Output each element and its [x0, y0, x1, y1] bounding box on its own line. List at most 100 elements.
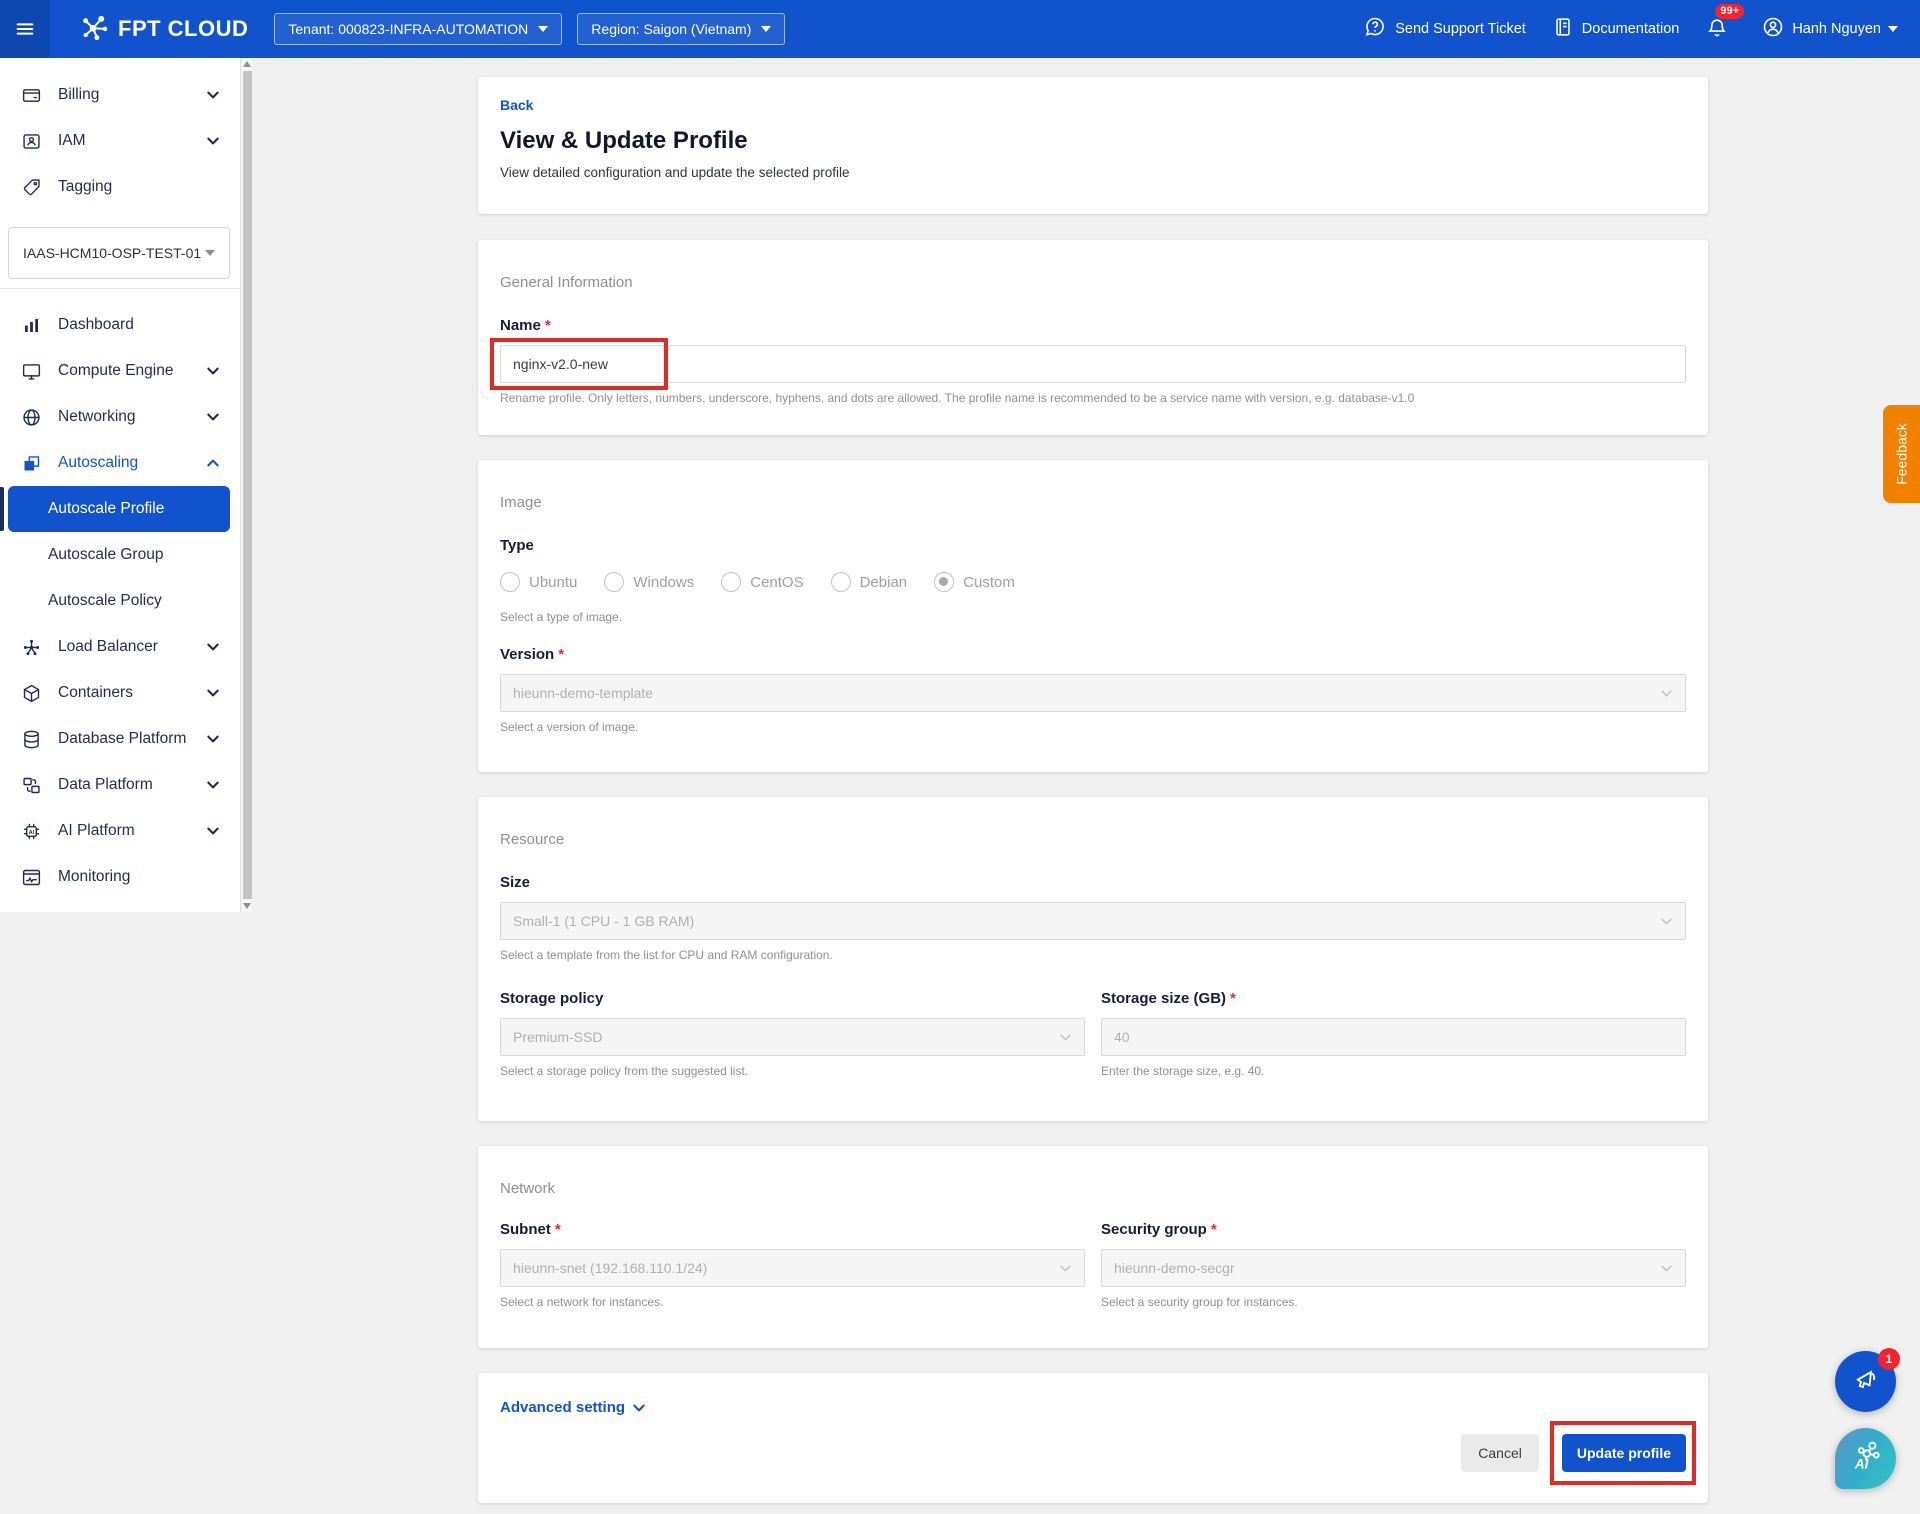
scrollbar-thumb[interactable]	[243, 71, 252, 899]
scrollbar-up-arrow[interactable]	[243, 58, 252, 71]
chevron-down-icon	[206, 778, 220, 792]
required-marker: *	[1230, 990, 1236, 1007]
sidebar-item-load-balancer[interactable]: Load Balancer	[0, 624, 240, 670]
required-marker: *	[558, 646, 564, 663]
hamburger-menu-icon[interactable]	[0, 0, 50, 58]
sidebar-item-tagging[interactable]: Tagging	[0, 164, 240, 210]
tenant-selector[interactable]: Tenant: 000823-INFRA-AUTOMATION	[274, 13, 562, 45]
storage-policy-value: Premium-SSD	[513, 1029, 602, 1045]
update-profile-button[interactable]: Update profile	[1562, 1434, 1686, 1472]
announcements-button[interactable]: 1	[1835, 1351, 1896, 1412]
version-select: hieunn-demo-template	[500, 674, 1686, 712]
radio-label: Windows	[633, 574, 694, 591]
sidebar-item-label: Compute Engine	[58, 362, 173, 380]
size-label: Size	[500, 874, 1686, 891]
chevron-down-icon	[1059, 1031, 1072, 1044]
sidebar-item-containers[interactable]: Containers	[0, 670, 240, 716]
sidebar-item-label: Data Platform	[58, 776, 153, 794]
fpt-cloud-logo[interactable]: FPT CLOUD	[80, 12, 248, 47]
user-menu[interactable]: Hanh Nguyen	[1761, 15, 1898, 43]
radio-label: Debian	[860, 574, 908, 591]
region-selector[interactable]: Region: Saigon (Vietnam)	[577, 13, 785, 45]
sidebar-item-ai-platform[interactable]: AI AI Platform	[0, 808, 240, 854]
chevron-up-icon	[206, 456, 220, 470]
sidebar-subitem-autoscale-policy[interactable]: Autoscale Policy	[8, 578, 230, 624]
page-header-card: Back View & Update Profile View detailed…	[478, 77, 1708, 214]
name-input[interactable]	[500, 345, 1686, 383]
chevron-down-icon	[206, 88, 220, 102]
cancel-button[interactable]: Cancel	[1461, 1434, 1539, 1472]
image-heading: Image	[500, 494, 1686, 511]
support-chat-icon	[1363, 15, 1387, 43]
subnet-helper: Select a network for instances.	[500, 1295, 1085, 1309]
sidebar-item-iam[interactable]: IAM	[0, 118, 240, 164]
sidebar-scrollbar[interactable]	[241, 58, 252, 912]
size-helper: Select a template from the list for CPU …	[500, 948, 1686, 962]
sidebar-item-label: Networking	[58, 408, 136, 426]
sidebar-item-data-platform[interactable]: Data Platform	[0, 762, 240, 808]
version-helper: Select a version of image.	[500, 720, 1686, 734]
svg-text:AI: AI	[1853, 1457, 1868, 1472]
sidebar-item-networking[interactable]: Networking	[0, 394, 240, 440]
chevron-down-icon	[1059, 1262, 1072, 1275]
radio-label: CentOS	[750, 574, 803, 591]
sidebar-item-label: Billing	[58, 86, 99, 104]
autoscaling-icon	[20, 452, 42, 474]
advanced-setting-label: Advanced setting	[500, 1399, 625, 1416]
advanced-setting-card: Advanced setting Cancel Update profile	[478, 1373, 1708, 1503]
sidebar-item-label: Autoscaling	[58, 454, 138, 472]
image-card: Image Type UbuntuWindowsCentOSDebianCust…	[478, 460, 1708, 772]
load-balancer-icon	[20, 636, 42, 658]
size-value: Small-1 (1 CPU - 1 GB RAM)	[513, 913, 694, 929]
advanced-setting-toggle[interactable]: Advanced setting	[500, 1399, 646, 1416]
sidebar-subitem-autoscale-profile[interactable]: Autoscale Profile	[8, 486, 230, 532]
project-selector[interactable]: IAAS-HCM10-OSP-TEST-01	[8, 227, 230, 279]
chevron-down-icon	[206, 410, 220, 424]
chevron-down-icon	[205, 250, 215, 256]
resource-heading: Resource	[500, 831, 1686, 848]
required-marker: *	[1211, 1221, 1217, 1238]
subnet-label: Subnet*	[500, 1221, 1085, 1238]
chevron-down-icon	[206, 364, 220, 378]
radio-circle-icon	[721, 572, 741, 592]
support-label: Send Support Ticket	[1395, 21, 1526, 37]
ai-assistant-button[interactable]: AI	[1835, 1428, 1896, 1489]
sidebar-item-billing[interactable]: Billing	[0, 72, 240, 118]
required-marker: *	[545, 317, 551, 334]
chevron-down-icon	[206, 732, 220, 746]
networking-icon	[20, 406, 42, 428]
notifications-button[interactable]: 99+	[1705, 16, 1731, 42]
sidebar-subitem-autoscale-group[interactable]: Autoscale Group	[8, 532, 230, 578]
sidebar: Billing IAM Tagging IAAS-HCM10-OSP-TEST-01…	[0, 58, 252, 912]
monitoring-icon	[20, 866, 42, 888]
sidebar-item-database-platform[interactable]: Database Platform	[0, 716, 240, 762]
storage-size-helper: Enter the storage size, e.g. 40.	[1101, 1064, 1686, 1078]
documentation-label: Documentation	[1582, 21, 1680, 37]
billing-icon	[20, 84, 42, 106]
type-helper: Select a type of image.	[500, 610, 1686, 624]
feedback-tab[interactable]: Feedback	[1883, 405, 1920, 503]
back-link[interactable]: Back	[500, 97, 533, 113]
ai-molecule-icon: AI	[1847, 1437, 1885, 1480]
name-helper: Rename profile. Only letters, numbers, u…	[500, 391, 1686, 405]
sidebar-item-compute-engine[interactable]: Compute Engine	[0, 348, 240, 394]
radio-circle-icon	[500, 572, 520, 592]
sidebar-item-label: Tagging	[58, 178, 112, 196]
scrollbar-down-arrow[interactable]	[243, 899, 252, 912]
storage-policy-select: Premium-SSD	[500, 1018, 1085, 1056]
documentation-link[interactable]: Documentation	[1552, 16, 1680, 42]
iam-icon	[20, 130, 42, 152]
svg-text:AI: AI	[28, 829, 34, 835]
send-support-ticket-link[interactable]: Send Support Ticket	[1363, 15, 1526, 43]
page-title: View & Update Profile	[500, 127, 1686, 155]
storage-policy-helper: Select a storage policy from the suggest…	[500, 1064, 1085, 1078]
user-name: Hanh Nguyen	[1792, 21, 1881, 37]
name-label: Name*	[500, 317, 1686, 334]
sidebar-item-monitoring[interactable]: Monitoring	[0, 854, 240, 900]
sidebar-item-label: AI Platform	[58, 822, 135, 840]
sidebar-item-dashboard[interactable]: Dashboard	[0, 302, 240, 348]
sidebar-item-autoscaling[interactable]: Autoscaling	[0, 440, 240, 486]
network-card: Network Subnet* hieunn-snet (192.168.110…	[478, 1146, 1708, 1348]
storage-policy-label: Storage policy	[500, 990, 1085, 1007]
general-heading: General Information	[500, 274, 1686, 291]
